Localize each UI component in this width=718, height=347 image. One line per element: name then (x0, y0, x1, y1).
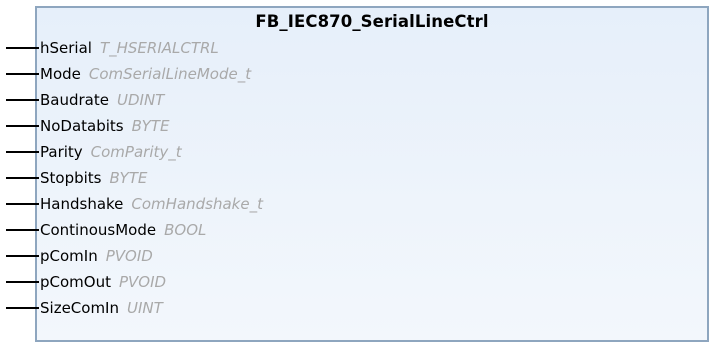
pin-type: UDINT (116, 91, 165, 109)
pin-line-baudrate (6, 99, 39, 101)
pin-line-hserial (6, 47, 39, 49)
pin-line-mode (6, 73, 39, 75)
pin-type: PVOID (118, 273, 167, 291)
pin-line-pcomin (6, 255, 39, 257)
pin-name: Handshake (40, 195, 124, 213)
pin-line-sizecomin (6, 307, 39, 309)
pin-type: BYTE (109, 169, 148, 187)
pin-name: Stopbits (40, 169, 102, 187)
pin-name: Baudrate (40, 91, 109, 109)
input-pin-pcomout: pComOut PVOID (40, 270, 166, 294)
pin-name: pComOut (40, 273, 111, 291)
pin-type: ComParity_t (90, 143, 182, 161)
pin-line-parity (6, 151, 39, 153)
pin-type: ComHandshake_t (131, 195, 263, 213)
pin-type: BOOL (164, 221, 207, 239)
pin-name: hSerial (40, 39, 92, 57)
pin-type: ComSerialLineMode_t (88, 65, 252, 83)
input-pin-hserial: hSerial T_HSERIALCTRL (40, 36, 219, 60)
input-pin-baudrate: Baudrate UDINT (40, 88, 164, 112)
pin-type: T_HSERIALCTRL (99, 39, 219, 57)
pin-line-pcomout (6, 281, 39, 283)
function-block-title: FB_IEC870_SerialLineCtrl (255, 12, 489, 31)
pin-name: Mode (40, 65, 81, 83)
input-pin-nodatabits: NoDatabits BYTE (40, 114, 169, 138)
input-pin-stopbits: Stopbits BYTE (40, 166, 147, 190)
input-pin-mode: Mode ComSerialLineMode_t (40, 62, 251, 86)
pin-type: UINT (126, 299, 163, 317)
pin-line-nodatabits (6, 125, 39, 127)
input-pin-continousmode: ContinousMode BOOL (40, 218, 206, 242)
input-pin-parity: Parity ComParity_t (40, 140, 182, 164)
pin-name: SizeComIn (40, 299, 119, 317)
input-pin-pcomin: pComIn PVOID (40, 244, 153, 268)
pin-line-continousmode (6, 229, 39, 231)
input-pin-handshake: Handshake ComHandshake_t (40, 192, 263, 216)
pin-type: BYTE (131, 117, 170, 135)
pin-name: Parity (40, 143, 83, 161)
pin-name: ContinousMode (40, 221, 157, 239)
pin-line-stopbits (6, 177, 39, 179)
pin-type: PVOID (105, 247, 153, 265)
pin-name: NoDatabits (40, 117, 124, 135)
pin-line-handshake (6, 203, 39, 205)
pin-name: pComIn (40, 247, 98, 265)
input-pin-sizecomin: SizeComIn UINT (40, 296, 163, 320)
